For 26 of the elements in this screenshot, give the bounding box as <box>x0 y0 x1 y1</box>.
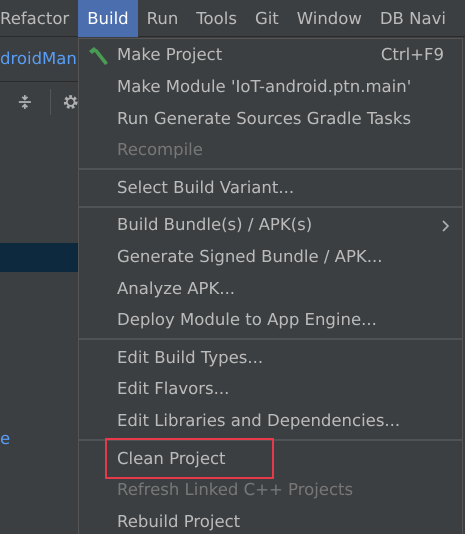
menu-item[interactable]: Make Project Ctrl+F9 <box>79 40 462 72</box>
settings-icon[interactable] <box>62 93 78 111</box>
menu-bar-item[interactable]: Window <box>288 0 371 37</box>
menu-item[interactable]: Edit Flavors... <box>79 374 462 406</box>
menu-item[interactable]: Deploy Module to App Engine... <box>79 304 462 336</box>
menu-item[interactable]: Make Module 'IoT-android.ptn.main' <box>79 72 462 104</box>
collapse-all-icon[interactable] <box>18 93 32 111</box>
tree-row-text[interactable]: e <box>0 424 78 454</box>
menu-bar-item[interactable]: Run <box>138 0 188 37</box>
menu-item[interactable]: Analyze APK... <box>79 273 462 305</box>
menu-item[interactable]: Edit Libraries and Dependencies... <box>79 406 462 438</box>
menu-bar-item[interactable]: Build <box>78 0 138 37</box>
menu-item: Recompile <box>116 139 204 162</box>
menu-item[interactable]: Rebuild Project <box>79 506 462 534</box>
shortcut-text: Ctrl+F9 <box>380 44 444 66</box>
menu-bar-item[interactable]: Git <box>246 0 288 37</box>
menu-item[interactable]: Clean Project <box>79 443 462 475</box>
menu-item[interactable]: Run Generate Sources Gradle Tasks <box>79 103 462 135</box>
menu-item[interactable]: Generate Signed Bundle / APK... <box>79 242 462 274</box>
menu-item[interactable]: Edit Build Types... <box>79 342 462 374</box>
menu-bar-item[interactable]: DB Navi <box>370 0 455 37</box>
menu-item[interactable]: Build Bundle(s) / APK(s) <box>79 210 462 242</box>
menu-bar-item[interactable]: Tools <box>187 0 246 37</box>
menu-item: Refresh Linked C++ Projects <box>116 479 354 502</box>
menu-item[interactable]: Select Build Variant... <box>79 172 462 204</box>
menu-bar-item[interactable]: Refactor <box>0 0 78 37</box>
